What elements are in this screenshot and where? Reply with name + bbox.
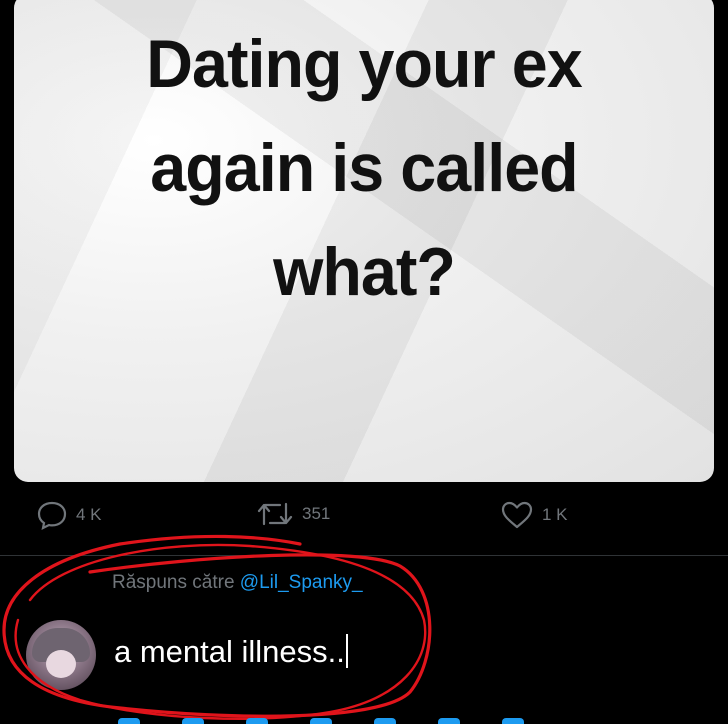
divider	[0, 555, 728, 556]
replying-to-label: Răspuns către	[112, 572, 240, 593]
gif-icon[interactable]	[182, 718, 204, 724]
headline-line-2: again is called	[150, 130, 578, 206]
schedule-icon[interactable]	[374, 718, 396, 724]
like-count: 1 K	[542, 505, 568, 524]
emoji-icon[interactable]	[310, 718, 332, 724]
avatar[interactable]	[26, 620, 96, 690]
reply-icon	[37, 501, 67, 530]
replying-to-handle[interactable]: @Lil_Spanky_	[240, 572, 363, 593]
text-caret	[345, 634, 348, 668]
like-button[interactable]: 1 K	[500, 500, 568, 530]
reply-count: 4 K	[76, 505, 102, 524]
repost-icon	[257, 502, 293, 526]
post-image[interactable]: Dating your ex again is called what?	[14, 0, 714, 482]
repost-button[interactable]: 351	[256, 500, 330, 528]
headline-line-1: Dating your ex	[146, 26, 582, 102]
post-image-text: Dating your ex again is called what?	[32, 12, 697, 324]
reply-button[interactable]: 4 K	[36, 500, 102, 530]
composer-toolbar	[0, 712, 728, 724]
post-actions-bar: 4 K 351 1 K	[0, 500, 728, 534]
media-icon[interactable]	[118, 718, 140, 724]
location-icon[interactable]	[438, 718, 460, 724]
reply-input[interactable]: a mental illness..	[114, 634, 348, 670]
headline-line-3: what?	[273, 234, 456, 310]
poll-icon[interactable]	[246, 718, 268, 724]
reply-input-text: a mental illness..	[114, 634, 345, 669]
repost-count: 351	[302, 504, 331, 523]
like-icon	[501, 501, 533, 529]
replying-to: Răspuns către @Lil_Spanky_	[112, 572, 363, 594]
bold-icon[interactable]	[502, 718, 524, 724]
